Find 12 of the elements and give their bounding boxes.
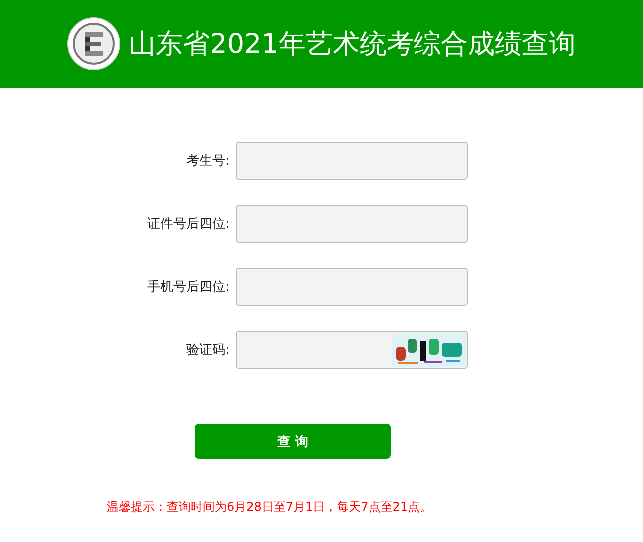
query-button[interactable]: 查 询	[195, 424, 391, 459]
field-label: 手机号后四位:	[146, 279, 230, 296]
notice-text: 温馨提示：查询时间为6月28日至7月1日，每天7点至21点。	[107, 499, 434, 516]
captcha-field[interactable]	[236, 331, 468, 369]
input-field[interactable]	[236, 268, 468, 306]
field-label: 证件号后四位:	[146, 216, 230, 233]
input-field[interactable]	[236, 205, 468, 243]
field-label: 考生号:	[186, 153, 230, 170]
logo-icon	[67, 17, 122, 71]
field-label: 验证码:	[186, 342, 230, 359]
input-field[interactable]	[236, 142, 468, 180]
page-title: 山东省2021年艺术统考综合成绩查询	[129, 28, 576, 62]
